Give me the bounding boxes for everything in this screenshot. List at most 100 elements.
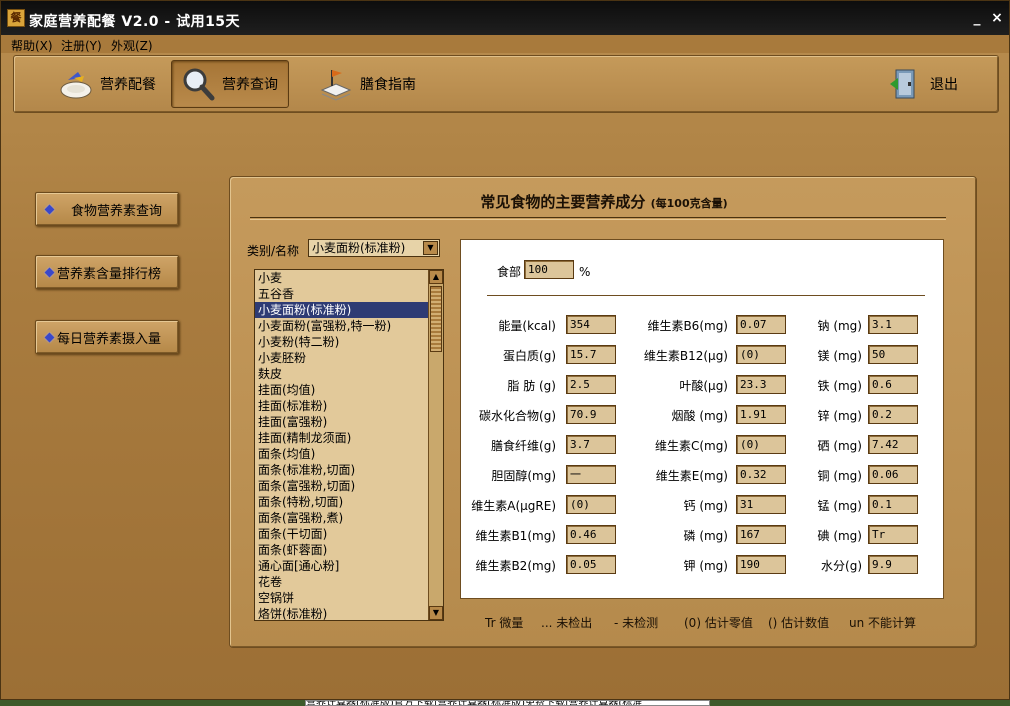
edible-label: 食部 xyxy=(497,265,522,279)
food-list-item[interactable]: 小麦面粉(富强粉,特一粉) xyxy=(255,318,443,334)
food-list-item[interactable]: 面条(富强粉,煮) xyxy=(255,510,443,526)
nutrient-value-field: 2.5 xyxy=(566,375,616,394)
toolbar-diet-guide-button[interactable]: 膳食指南 xyxy=(310,60,424,108)
food-list-item[interactable]: 通心面[通心粉] xyxy=(255,558,443,574)
nutrient-label: 磷 (mg) xyxy=(683,529,729,543)
food-list-item[interactable]: 花卷 xyxy=(255,574,443,590)
nutrient-value-field: (0) xyxy=(566,495,616,514)
food-list-item[interactable]: 烙饼(标准粉) xyxy=(255,606,443,620)
food-list[interactable]: 小麦 五谷香 小麦面粉(标准粉) 小麦面粉(富强粉,特一粉) 小麦粉(特二粉) 小麦胚粉麸… xyxy=(254,269,444,621)
category-select-value: 小麦面粉(标准粉) xyxy=(312,241,406,255)
taskbar-strip: 营养计算器(标准版)官方下载|营养计算器(标准版)免费下载|营养计算器(标准 xyxy=(305,700,710,706)
toolbar-exit-label: 退出 xyxy=(930,77,958,93)
toolbar-meal-plan-button[interactable]: 营养配餐 xyxy=(50,60,164,108)
food-list-item[interactable]: 面条(均值) xyxy=(255,446,443,462)
food-list-item[interactable]: 麸皮 xyxy=(255,366,443,382)
toolbar-meal-plan-label: 营养配餐 xyxy=(100,77,156,93)
nutrient-label: 钾 (mg) xyxy=(683,559,729,573)
food-list-item[interactable]: 小麦胚粉 xyxy=(255,350,443,366)
sidebar-item-label: 每日营养素摄入量 xyxy=(57,331,162,347)
food-list-item[interactable]: 小麦粉(特二粉) xyxy=(255,334,443,350)
nutrient-value-field: 23.3 xyxy=(736,375,786,394)
nutrient-label: 水分(g) xyxy=(821,559,862,573)
minimize-button[interactable]: _ xyxy=(969,11,985,27)
scrollbar-thumb[interactable] xyxy=(430,286,442,352)
category-label: 类别/名称 xyxy=(247,244,300,258)
menu-help[interactable]: 帮助(X) xyxy=(11,37,53,54)
food-list-scrollbar[interactable]: ▲ ▼ xyxy=(428,270,443,620)
nutrient-value-field: 190 xyxy=(736,555,786,574)
meal-plate-icon xyxy=(60,72,92,99)
nutrient-label: 锰 (mg) xyxy=(817,499,863,513)
nutrient-label: 铁 (mg) xyxy=(817,379,863,393)
menu-register[interactable]: 注册(Y) xyxy=(61,37,102,54)
nutrient-value-field: 0.06 xyxy=(868,465,918,484)
panel-title-text: 常见食物的主要营养成分 xyxy=(480,193,646,211)
scroll-up-icon[interactable]: ▲ xyxy=(429,270,443,284)
food-list-item[interactable]: 空锅饼 xyxy=(255,590,443,606)
food-list-item[interactable]: 五谷香 xyxy=(255,286,443,302)
toolbar-nutrition-query-button[interactable]: 营养查询 xyxy=(171,60,289,108)
window-title: 家庭营养配餐 V2.0 - 试用15天 xyxy=(29,14,241,30)
food-list-item[interactable]: 挂面(标准粉) xyxy=(255,398,443,414)
nutrient-label: 钠 (mg) xyxy=(817,319,863,333)
app-icon: 餐 xyxy=(7,9,25,27)
nutrient-value-field: 9.9 xyxy=(868,555,918,574)
toolbar-exit-button[interactable]: 退出 xyxy=(880,60,966,108)
close-button[interactable]: × xyxy=(989,11,1005,27)
nutrient-label: 能量(kcal) xyxy=(498,319,556,333)
nutrient-value-field: 0.32 xyxy=(736,465,786,484)
legend-item: () 估计数值 xyxy=(768,616,830,630)
panel-title: 常见食物的主要营养成分 (每100克含量) xyxy=(230,191,978,212)
sidebar-item-food-nutrient-query[interactable]: 食物营养素查询 xyxy=(35,192,179,226)
title-bar[interactable]: 餐 家庭营养配餐 V2.0 - 试用15天 _ × xyxy=(1,1,1009,35)
nutrient-label: 维生素A(μgRE) xyxy=(471,499,556,513)
nutrient-label: 碳水化合物(g) xyxy=(479,409,556,423)
food-list-item[interactable]: 小麦面粉(标准粉) xyxy=(255,302,443,318)
nutrient-label: 碘 (mg) xyxy=(817,529,863,543)
nutrient-label: 维生素B2(mg) xyxy=(475,559,556,573)
nutrient-label: 叶酸(μg) xyxy=(679,379,728,393)
app-window: 餐 家庭营养配餐 V2.0 - 试用15天 _ × 帮助(X) 注册(Y) 外观… xyxy=(0,0,1010,700)
food-list-item[interactable]: 面条(标准粉,切面) xyxy=(255,462,443,478)
nutrient-value-field: Tr xyxy=(868,525,918,544)
food-list-item[interactable]: 面条(富强粉,切面) xyxy=(255,478,443,494)
nutrient-label: 脂 肪 (g) xyxy=(507,379,556,393)
sidebar-item-label: 食物营养素查询 xyxy=(71,203,163,219)
food-list-item[interactable]: 面条(特粉,切面) xyxy=(255,494,443,510)
sidebar-item-daily-intake[interactable]: 每日营养素摄入量 xyxy=(35,320,179,354)
category-select[interactable]: 小麦面粉(标准粉) ▼ xyxy=(308,239,440,257)
nutrient-label: 胆固醇(mg) xyxy=(491,469,556,483)
food-list-item[interactable]: 面条(虾蓉面) xyxy=(255,542,443,558)
nutrient-value-field: 0.2 xyxy=(868,405,918,424)
diamond-bullet-icon xyxy=(44,204,55,214)
nutrient-label: 硒 (mg) xyxy=(817,439,863,453)
toolbar: 营养配餐 营养查询 膳食指南 退出 xyxy=(13,55,999,113)
nutrient-value-field: 354 xyxy=(566,315,616,334)
food-list-item[interactable]: 挂面(富强粉) xyxy=(255,414,443,430)
nutrient-value-field: (0) xyxy=(736,345,786,364)
menu-bar: 帮助(X) 注册(Y) 外观(Z) xyxy=(1,35,1009,53)
nutrient-label: 锌 (mg) xyxy=(817,409,863,423)
panel-subtitle: (每100克含量) xyxy=(650,197,728,210)
edible-value-field: 100 xyxy=(524,260,574,279)
food-list-item[interactable]: 面条(干切面) xyxy=(255,526,443,542)
food-list-item[interactable]: 挂面(均值) xyxy=(255,382,443,398)
edible-unit: % xyxy=(579,265,591,279)
nutrient-value-field: 0.05 xyxy=(566,555,616,574)
food-list-item[interactable]: 挂面(精制龙须面) xyxy=(255,430,443,446)
magnifier-icon xyxy=(183,68,215,101)
nutrient-label: 维生素B12(μg) xyxy=(643,349,728,363)
chevron-down-icon[interactable]: ▼ xyxy=(423,241,438,255)
food-list-item[interactable]: 小麦 xyxy=(255,270,443,286)
nutrient-value-field: 3.1 xyxy=(868,315,918,334)
nutrient-value-field: 3.7 xyxy=(566,435,616,454)
sidebar-item-nutrient-ranking[interactable]: 营养素含量排行榜 xyxy=(35,255,179,289)
food-list-items: 小麦 五谷香 小麦面粉(标准粉) 小麦面粉(富强粉,特一粉) 小麦粉(特二粉) 小麦胚粉麸… xyxy=(255,270,443,620)
menu-appearance[interactable]: 外观(Z) xyxy=(111,37,153,54)
detail-divider xyxy=(487,295,925,296)
legend-item: un 不能计算 xyxy=(849,616,917,630)
nutrient-value-field: 15.7 xyxy=(566,345,616,364)
scroll-down-icon[interactable]: ▼ xyxy=(429,606,443,620)
nutrient-value-field: 1.91 xyxy=(736,405,786,424)
